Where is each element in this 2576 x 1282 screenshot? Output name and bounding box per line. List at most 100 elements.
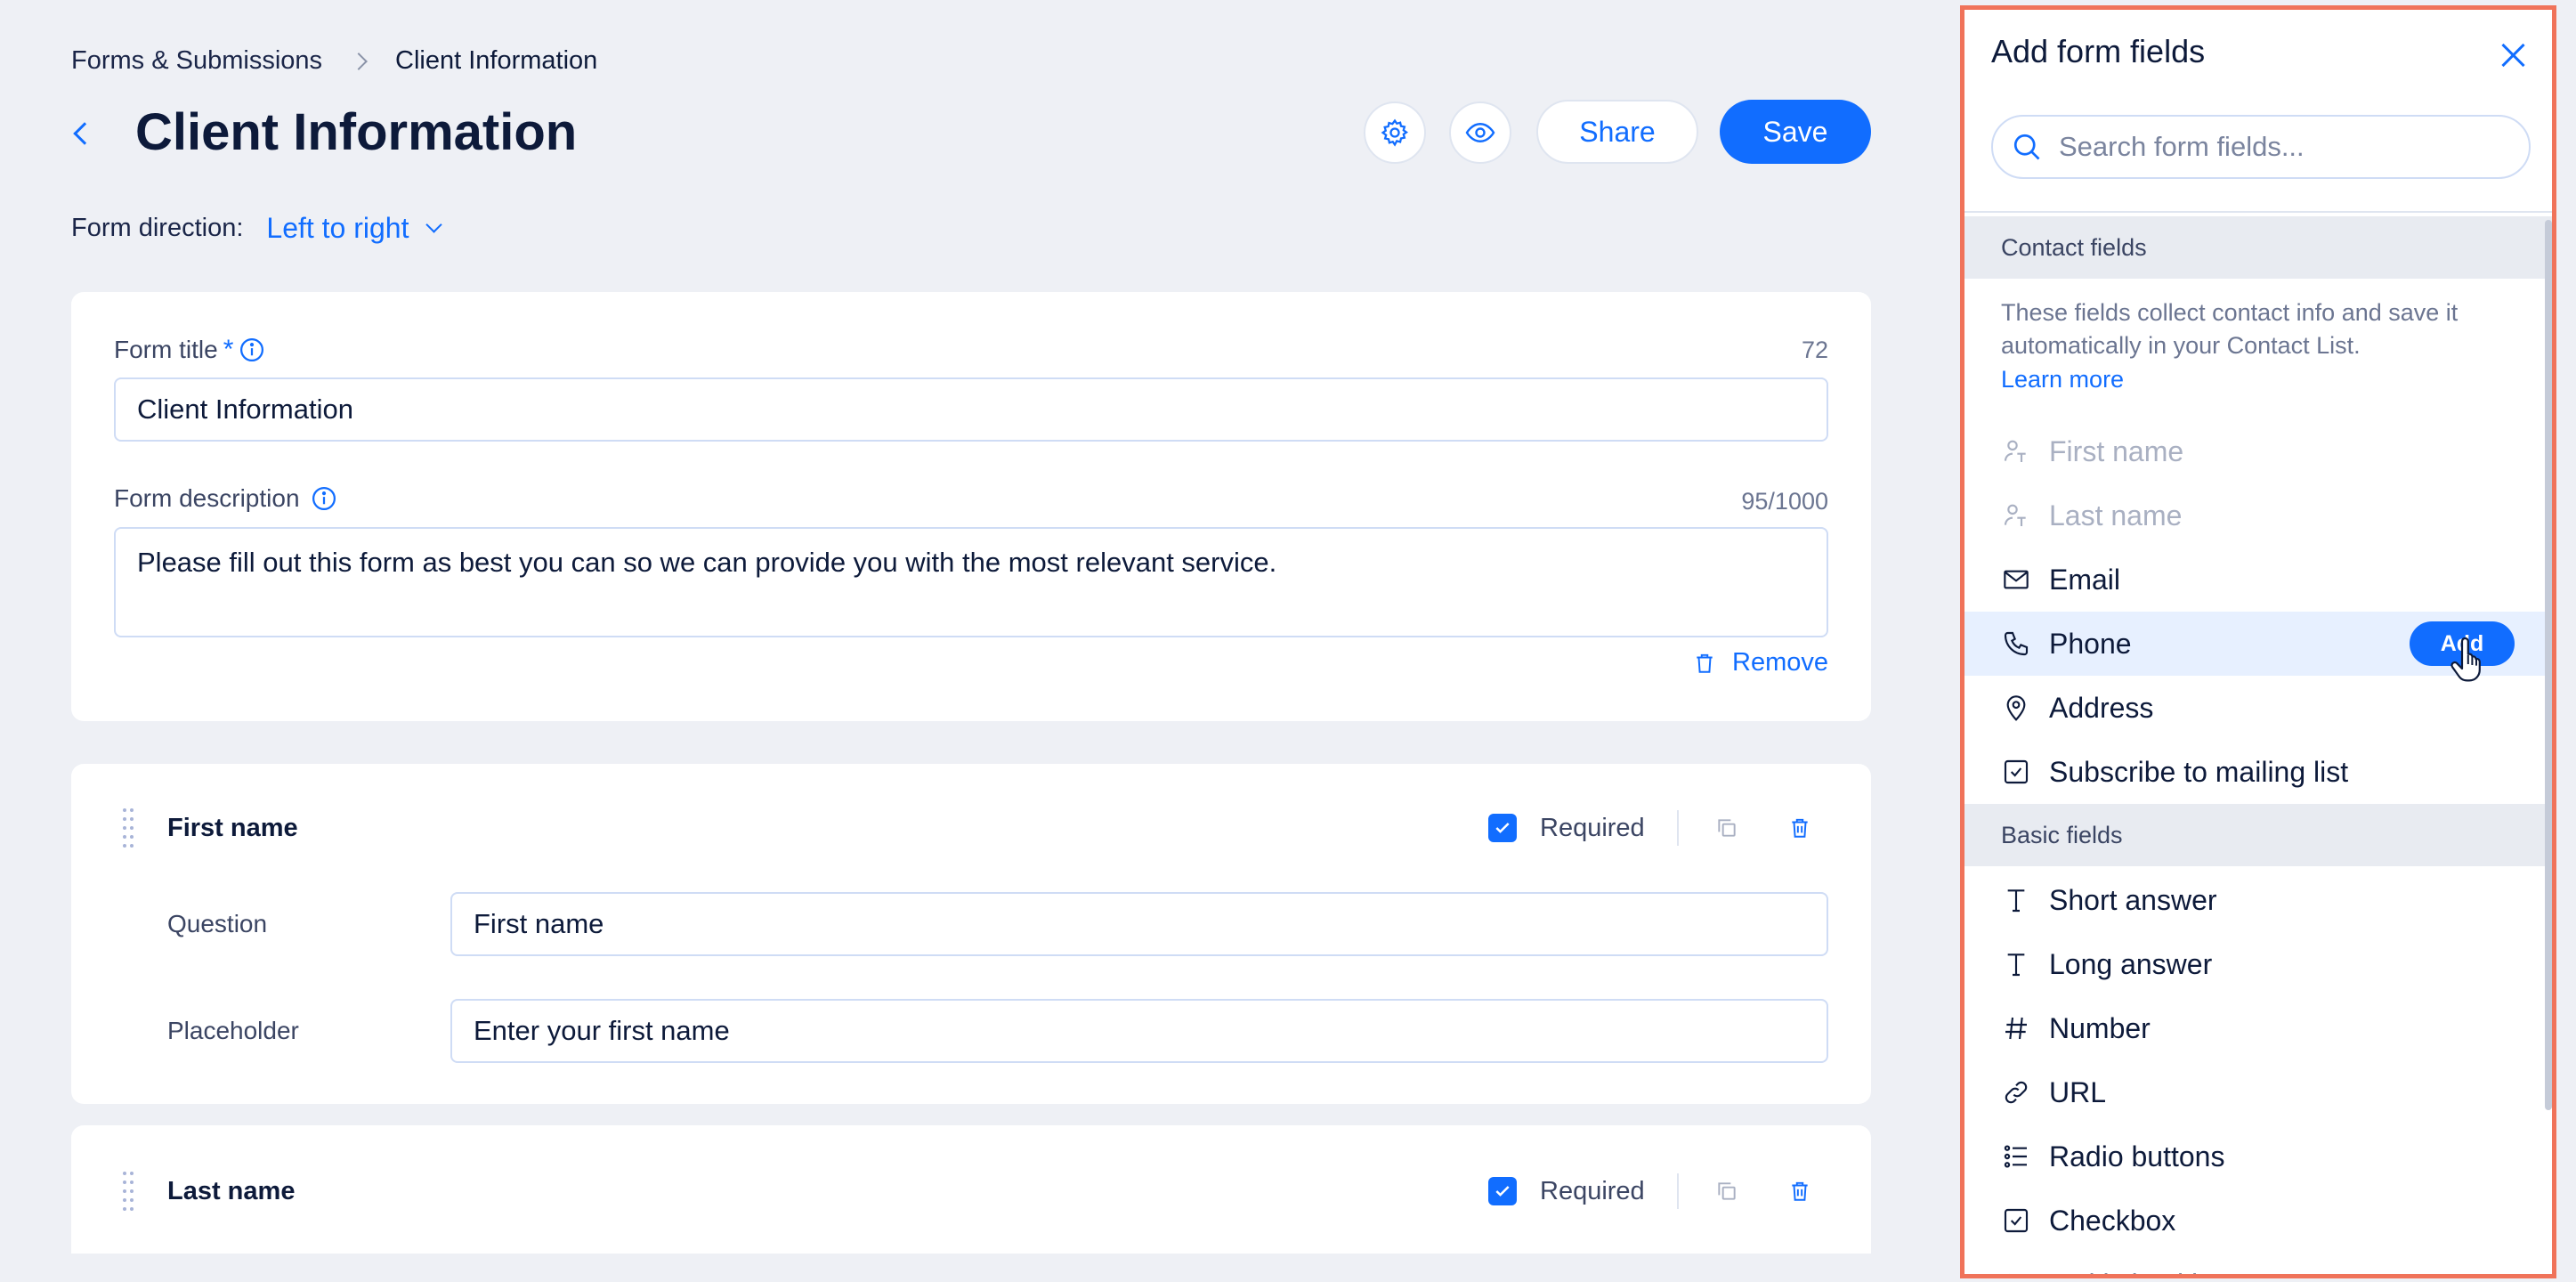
panel-item-multi-checkbox[interactable]: Multi checkbox [1964,1253,2552,1274]
panel-item-label: Short answer [2049,883,2217,916]
panel-item-email[interactable]: Email [1964,548,2552,612]
panel-scrollbar[interactable] [2545,220,2552,1110]
person-text-icon [2001,436,2031,467]
required-label: Required [1540,814,1645,842]
form-direction: Form direction: Left to right [71,212,443,245]
checkmark-icon [1495,1186,1510,1197]
drag-handle-icon[interactable] [123,808,135,849]
panel-item-label: URL [2049,1075,2107,1108]
form-title-label-row: Form title * [114,335,265,365]
text-t-icon [2001,885,2031,915]
required-label: Required [1540,1177,1645,1205]
trash-icon [1697,653,1713,673]
panel-item-subscribe[interactable]: Subscribe to mailing list [1964,740,2552,804]
panel-item-label: Checkbox [2049,1204,2176,1237]
panel-item-label: Radio buttons [2049,1140,2225,1172]
gear-icon [1381,118,1409,147]
chevron-left-icon [73,122,96,145]
panel-item-label: Phone [2049,627,2132,660]
required-checkbox[interactable] [1488,814,1517,842]
panel-item-label: Subscribe to mailing list [2049,755,2349,788]
eye-icon [1465,123,1495,142]
panel-item-label: Email [2049,563,2121,596]
panel-item-number[interactable]: Number [1964,996,2552,1060]
field-card-first-name: First name Required Question First name … [71,764,1871,1104]
info-icon[interactable] [239,337,265,363]
panel-item-label: Number [2049,1011,2151,1044]
divider [1964,211,2552,213]
person-text-icon [2001,500,2031,531]
panel-item-radio-buttons[interactable]: Radio buttons [1964,1124,2552,1189]
form-description-char-counter: 95/1000 [1741,488,1828,515]
required-checkbox[interactable] [1488,1177,1517,1205]
required-asterisk: * [223,335,234,364]
panel-title: Add form fields [1991,33,2206,69]
form-info-card: Form title * 72 Client Information Form … [71,292,1871,721]
back-button[interactable] [71,116,98,151]
contact-fields-description: These fields collect contact info and sa… [2001,299,2459,359]
form-description-label-row: Form description [114,484,337,513]
panel-item-first-name[interactable]: First name [1964,419,2552,483]
bottom-edge [0,1254,1958,1282]
hash-icon [2001,1013,2031,1043]
learn-more-link[interactable]: Learn more [2001,366,2124,394]
search-icon [2013,134,2040,160]
form-title-char-counter: 72 [1801,337,1828,363]
panel-item-long-answer[interactable]: Long answer [1964,932,2552,996]
search-input[interactable]: Search form fields... [1991,115,2531,179]
question-label: Question [167,910,268,937]
placeholder-input[interactable]: Enter your first name [450,999,1828,1063]
form-description-label: Form description [114,484,300,512]
page-title: Client Information [135,103,578,161]
form-editor: Forms & Submissions Client Information C… [0,0,1958,1282]
save-button[interactable]: Save [1720,100,1871,164]
panel-item-label: Address [2049,691,2154,724]
form-title-input[interactable]: Client Information [114,377,1828,442]
preview-button[interactable] [1449,101,1511,164]
duplicate-icon[interactable] [1711,812,1743,844]
placeholder-label: Placeholder [167,1017,299,1044]
drag-handle-icon[interactable] [123,1172,135,1213]
panel-item-short-answer[interactable]: Short answer [1964,868,2552,932]
checkbox-icon [2001,1205,2031,1236]
list-radio-icon [2001,1141,2031,1172]
form-description-textarea[interactable]: Please fill out this form as best you ca… [114,527,1828,637]
chevron-down-icon [425,216,443,233]
panel-item-label: Long answer [2049,947,2213,980]
delete-field-icon[interactable] [1784,1175,1816,1207]
hand-pointer-icon [2450,637,2481,682]
share-button[interactable]: Share [1536,100,1698,164]
remove-description-button[interactable]: Remove [1693,648,1828,678]
checkbox-icon [2001,757,2031,787]
panel-item-checkbox[interactable]: Checkbox [1964,1189,2552,1253]
form-direction-dropdown[interactable]: Left to right [266,212,443,245]
breadcrumb-forms-link[interactable]: Forms & Submissions [71,46,322,76]
location-pin-icon [2001,693,2031,723]
breadcrumb: Forms & Submissions Client Information [71,46,597,76]
phone-icon [2001,629,2031,659]
field-title: First name [167,814,298,842]
panel-item-address[interactable]: Address [1964,676,2552,740]
panel-item-label: Last name [2049,499,2183,531]
panel-item-url[interactable]: URL [1964,1060,2552,1124]
duplicate-icon[interactable] [1711,1175,1743,1207]
link-icon [2001,1077,2031,1108]
settings-button[interactable] [1364,101,1426,164]
form-direction-label: Form direction: [71,214,244,242]
info-icon[interactable] [311,485,337,512]
section-contact-fields: Contact fields [1964,216,2552,279]
close-icon[interactable] [2500,42,2527,69]
divider [1677,810,1679,846]
panel-item-label: First name [2049,434,2184,467]
section-basic-fields: Basic fields [1964,804,2552,866]
checkmark-icon [1495,823,1510,833]
divider [1677,1173,1679,1209]
envelope-icon [2001,564,2031,595]
text-t-icon [2001,949,2031,979]
question-input[interactable]: First name [450,892,1828,956]
form-direction-value: Left to right [266,212,409,244]
panel-item-last-name[interactable]: Last name [1964,483,2552,548]
delete-field-icon[interactable] [1784,812,1816,844]
form-title-label: Form title [114,336,218,363]
field-card-last-name: Last name Required [71,1125,1871,1268]
